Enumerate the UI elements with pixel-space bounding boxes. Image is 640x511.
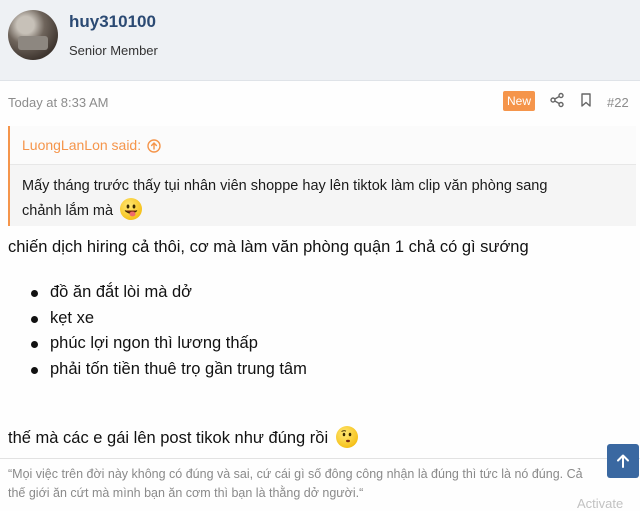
username-link[interactable]: huy310100 [69,12,156,32]
bookmark-icon[interactable] [578,92,594,108]
quote-text-line: chảnh lắm mà [22,203,114,219]
post-timestamp[interactable]: Today at 8:33 AM [8,95,108,110]
signature-line: thế giới ăn cứt mà mình bạn ăn cơm thì b… [8,486,364,500]
list-item: đồ ăn đắt lòi mà dở [8,280,307,306]
quote-header: LuongLanLon said: [10,126,636,165]
list-item: phải tốn tiền thuê trọ gần trung tâm [8,357,307,383]
signature: “Mọi việc trên đời này không có đúng và … [0,458,640,503]
quote-text-line: Mấy tháng trước thấy tụi nhân viên shopp… [22,178,548,194]
scroll-to-top-button[interactable] [607,444,639,478]
quote-block: LuongLanLon said: Mấy tháng trước thấy t… [8,126,636,226]
tongue-face-emoji-icon [120,198,143,220]
quote-author[interactable]: LuongLanLon said: [22,137,141,153]
post-bullet-list: đồ ăn đắt lòi mà dở kẹt xe phúc lợi ngon… [8,280,307,382]
share-icon[interactable] [549,92,565,108]
avatar[interactable] [8,10,58,60]
post-paragraph-outro: thế mà các e gái lên post tikok như đúng… [8,426,358,448]
post-number-link[interactable]: #22 [607,95,629,110]
post-paragraph-text: thế mà các e gái lên post tikok như đúng… [8,429,329,447]
arrow-up-icon [617,454,629,468]
post-user-header: huy310100 Senior Member [0,0,640,81]
signature-line: “Mọi việc trên đời này không có đúng và … [8,467,583,481]
thinking-face-emoji-icon [335,426,358,448]
list-item: phúc lợi ngon thì lương thấp [8,331,307,357]
arrow-up-circle-icon[interactable] [147,138,161,153]
post-paragraph: chiến dịch hiring cả thôi, cơ mà làm văn… [8,238,529,256]
post-meta-bar: Today at 8:33 AM New #22 [0,86,640,116]
quote-body: Mấy tháng trước thấy tụi nhân viên shopp… [10,165,636,223]
user-title: Senior Member [69,43,158,58]
new-badge: New [503,91,536,111]
list-item: kẹt xe [8,306,307,332]
